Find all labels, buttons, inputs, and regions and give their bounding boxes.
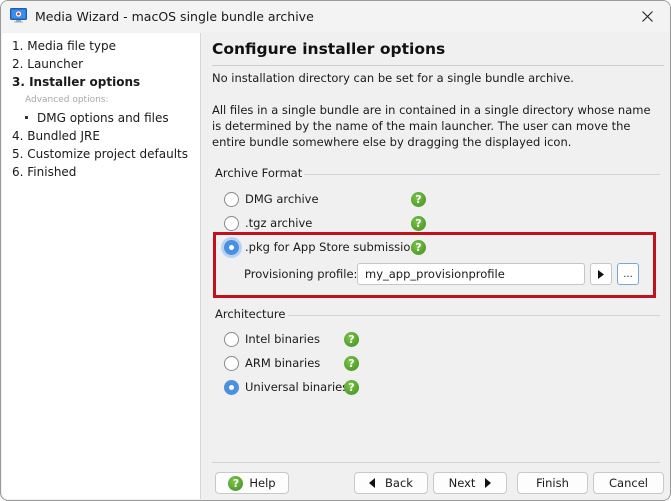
radio-label: Universal binaries: [245, 380, 349, 394]
arrow-left-icon: [369, 478, 376, 488]
step-bundled-jre[interactable]: 4. Bundled JRE: [12, 129, 100, 143]
page-title: Configure installer options: [212, 40, 446, 58]
no-install-dir-text: No installation directory can be set for…: [212, 71, 574, 85]
play-icon: [598, 269, 604, 279]
next-button-label: Next: [448, 476, 476, 490]
step-dmg-options-label: DMG options and files: [37, 111, 169, 125]
wizard-steps-sidebar: 1. Media file type 2. Launcher 3. Instal…: [2, 33, 201, 499]
radio-button[interactable]: [224, 191, 239, 207]
step-dmg-options[interactable]: DMG options and files: [25, 111, 169, 125]
radio-label: ARM binaries: [245, 356, 321, 370]
archive-format-divider: [304, 174, 660, 175]
help-icon[interactable]: ?: [411, 240, 426, 255]
cancel-button[interactable]: Cancel: [593, 472, 664, 494]
title-bar: Media Wizard - macOS single bundle archi…: [1, 1, 670, 32]
step-customize-defaults[interactable]: 5. Customize project defaults: [12, 147, 188, 161]
radio-universal-binaries[interactable]: Universal binaries: [224, 378, 348, 396]
wizard-window: Media Wizard - macOS single bundle archi…: [0, 0, 671, 501]
heading-divider: [212, 65, 664, 66]
radio-button[interactable]: [224, 355, 239, 371]
radio-button-selected[interactable]: [224, 379, 239, 395]
radio-button-selected[interactable]: [224, 239, 239, 255]
provisioning-profile-input[interactable]: [357, 263, 585, 285]
step-finished[interactable]: 6. Finished: [12, 165, 76, 179]
browse-button[interactable]: ...: [617, 263, 639, 285]
bullet-icon: [25, 116, 28, 119]
advanced-options-label: Advanced options:: [25, 95, 109, 105]
footer-divider: [212, 462, 660, 463]
radio-label: Intel binaries: [245, 332, 320, 346]
radio-button[interactable]: [224, 215, 239, 231]
next-button[interactable]: Next: [433, 472, 507, 494]
help-icon[interactable]: ?: [411, 216, 426, 231]
close-button[interactable]: [624, 1, 670, 32]
radio-intel-binaries[interactable]: Intel binaries: [224, 330, 320, 348]
provisioning-profile-label: Provisioning profile:: [244, 267, 358, 281]
help-icon[interactable]: ?: [344, 380, 359, 395]
arrow-right-icon: [485, 478, 492, 488]
help-icon: ?: [228, 475, 244, 491]
architecture-divider: [288, 315, 660, 316]
window-title: Media Wizard - macOS single bundle archi…: [35, 9, 314, 24]
monitor-icon: [10, 8, 27, 23]
help-button-label: Help: [249, 476, 276, 490]
finish-button[interactable]: Finish: [517, 472, 588, 494]
help-icon[interactable]: ?: [344, 332, 359, 347]
step-media-file-type[interactable]: 1. Media file type: [12, 39, 116, 53]
help-icon[interactable]: ?: [344, 356, 359, 371]
radio-label: .pkg for App Store submission: [245, 240, 418, 254]
back-button[interactable]: Back: [354, 472, 428, 494]
main-panel: Configure installer options No installat…: [202, 33, 670, 500]
radio-arm-binaries[interactable]: ARM binaries: [224, 354, 320, 372]
radio-dmg-archive[interactable]: DMG archive: [224, 190, 319, 208]
archive-format-label: Archive Format: [215, 166, 303, 180]
radio-button[interactable]: [224, 331, 239, 347]
radio-label: .tgz archive: [245, 216, 313, 230]
run-button[interactable]: [590, 263, 612, 285]
step-launcher[interactable]: 2. Launcher: [12, 57, 83, 71]
step-installer-options[interactable]: 3. Installer options: [12, 75, 140, 89]
close-icon: [641, 11, 653, 22]
back-button-label: Back: [385, 476, 413, 490]
radio-tgz-archive[interactable]: .tgz archive: [224, 214, 312, 232]
help-button[interactable]: ? Help: [215, 472, 289, 494]
radio-label: DMG archive: [245, 192, 319, 206]
bundle-description-text: All files in a single bundle are in cont…: [212, 103, 651, 149]
architecture-label: Architecture: [215, 307, 286, 321]
help-icon[interactable]: ?: [411, 192, 426, 207]
radio-pkg-app-store[interactable]: .pkg for App Store submission: [224, 238, 418, 256]
